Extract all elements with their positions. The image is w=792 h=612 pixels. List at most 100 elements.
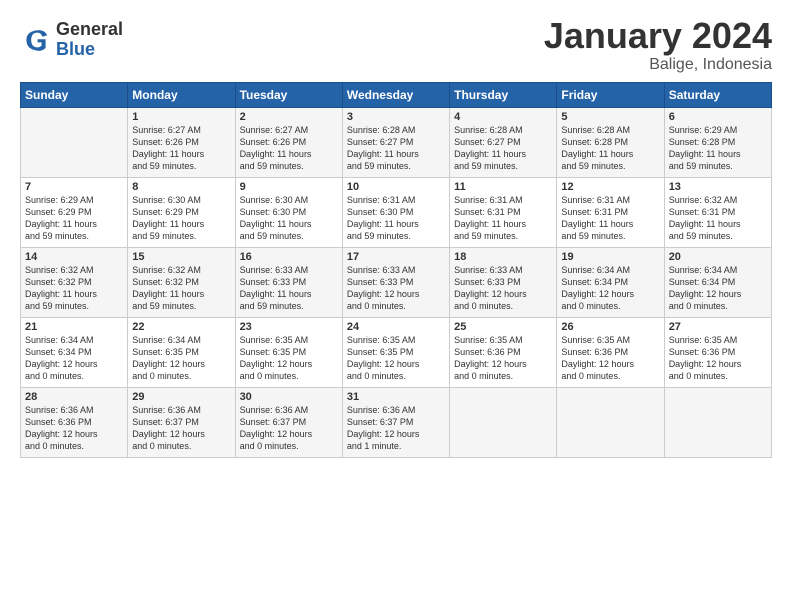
calendar-cell: 10Sunrise: 6:31 AM Sunset: 6:30 PM Dayli… — [342, 177, 449, 247]
day-number: 4 — [454, 111, 552, 123]
calendar-cell: 29Sunrise: 6:36 AM Sunset: 6:37 PM Dayli… — [128, 387, 235, 457]
day-info: Sunrise: 6:34 AM Sunset: 6:34 PM Dayligh… — [25, 334, 123, 383]
calendar-cell: 25Sunrise: 6:35 AM Sunset: 6:36 PM Dayli… — [450, 317, 557, 387]
calendar-cell — [450, 387, 557, 457]
day-number: 27 — [669, 321, 767, 333]
day-number: 13 — [669, 181, 767, 193]
calendar-cell: 19Sunrise: 6:34 AM Sunset: 6:34 PM Dayli… — [557, 247, 664, 317]
day-number: 20 — [669, 251, 767, 263]
calendar-week-row-4: 21Sunrise: 6:34 AM Sunset: 6:34 PM Dayli… — [21, 317, 772, 387]
day-number: 31 — [347, 391, 445, 403]
calendar-cell: 24Sunrise: 6:35 AM Sunset: 6:35 PM Dayli… — [342, 317, 449, 387]
day-info: Sunrise: 6:28 AM Sunset: 6:27 PM Dayligh… — [454, 124, 552, 173]
calendar-table: Sunday Monday Tuesday Wednesday Thursday… — [20, 82, 772, 458]
day-info: Sunrise: 6:28 AM Sunset: 6:28 PM Dayligh… — [561, 124, 659, 173]
logo-blue-text: Blue — [56, 40, 123, 60]
header-tuesday: Tuesday — [235, 82, 342, 107]
calendar-cell — [21, 107, 128, 177]
header-thursday: Thursday — [450, 82, 557, 107]
day-info: Sunrise: 6:30 AM Sunset: 6:30 PM Dayligh… — [240, 194, 338, 243]
day-info: Sunrise: 6:34 AM Sunset: 6:34 PM Dayligh… — [561, 264, 659, 313]
day-number: 7 — [25, 181, 123, 193]
calendar-cell: 8Sunrise: 6:30 AM Sunset: 6:29 PM Daylig… — [128, 177, 235, 247]
day-number: 21 — [25, 321, 123, 333]
calendar-cell: 18Sunrise: 6:33 AM Sunset: 6:33 PM Dayli… — [450, 247, 557, 317]
header-monday: Monday — [128, 82, 235, 107]
calendar-cell: 27Sunrise: 6:35 AM Sunset: 6:36 PM Dayli… — [664, 317, 771, 387]
month-title: January 2024 — [544, 16, 772, 56]
day-number: 29 — [132, 391, 230, 403]
calendar-cell: 21Sunrise: 6:34 AM Sunset: 6:34 PM Dayli… — [21, 317, 128, 387]
header-saturday: Saturday — [664, 82, 771, 107]
day-info: Sunrise: 6:33 AM Sunset: 6:33 PM Dayligh… — [454, 264, 552, 313]
calendar-cell: 4Sunrise: 6:28 AM Sunset: 6:27 PM Daylig… — [450, 107, 557, 177]
day-info: Sunrise: 6:27 AM Sunset: 6:26 PM Dayligh… — [240, 124, 338, 173]
calendar-cell: 14Sunrise: 6:32 AM Sunset: 6:32 PM Dayli… — [21, 247, 128, 317]
day-number: 17 — [347, 251, 445, 263]
day-number: 2 — [240, 111, 338, 123]
logo-text: General Blue — [56, 20, 123, 60]
day-number: 18 — [454, 251, 552, 263]
day-info: Sunrise: 6:29 AM Sunset: 6:28 PM Dayligh… — [669, 124, 767, 173]
day-number: 30 — [240, 391, 338, 403]
calendar-week-row-5: 28Sunrise: 6:36 AM Sunset: 6:36 PM Dayli… — [21, 387, 772, 457]
day-info: Sunrise: 6:31 AM Sunset: 6:31 PM Dayligh… — [454, 194, 552, 243]
day-info: Sunrise: 6:34 AM Sunset: 6:34 PM Dayligh… — [669, 264, 767, 313]
day-number: 12 — [561, 181, 659, 193]
calendar-cell: 23Sunrise: 6:35 AM Sunset: 6:35 PM Dayli… — [235, 317, 342, 387]
day-info: Sunrise: 6:31 AM Sunset: 6:30 PM Dayligh… — [347, 194, 445, 243]
day-number: 24 — [347, 321, 445, 333]
day-info: Sunrise: 6:36 AM Sunset: 6:37 PM Dayligh… — [240, 404, 338, 453]
day-info: Sunrise: 6:29 AM Sunset: 6:29 PM Dayligh… — [25, 194, 123, 243]
calendar-cell: 20Sunrise: 6:34 AM Sunset: 6:34 PM Dayli… — [664, 247, 771, 317]
logo-icon — [20, 24, 52, 56]
day-info: Sunrise: 6:35 AM Sunset: 6:35 PM Dayligh… — [347, 334, 445, 383]
day-info: Sunrise: 6:35 AM Sunset: 6:36 PM Dayligh… — [669, 334, 767, 383]
calendar-cell: 7Sunrise: 6:29 AM Sunset: 6:29 PM Daylig… — [21, 177, 128, 247]
calendar-cell — [664, 387, 771, 457]
weekday-header-row: Sunday Monday Tuesday Wednesday Thursday… — [21, 82, 772, 107]
day-info: Sunrise: 6:36 AM Sunset: 6:36 PM Dayligh… — [25, 404, 123, 453]
day-number: 11 — [454, 181, 552, 193]
calendar-week-row-2: 7Sunrise: 6:29 AM Sunset: 6:29 PM Daylig… — [21, 177, 772, 247]
day-info: Sunrise: 6:33 AM Sunset: 6:33 PM Dayligh… — [240, 264, 338, 313]
day-info: Sunrise: 6:30 AM Sunset: 6:29 PM Dayligh… — [132, 194, 230, 243]
day-info: Sunrise: 6:31 AM Sunset: 6:31 PM Dayligh… — [561, 194, 659, 243]
day-info: Sunrise: 6:32 AM Sunset: 6:32 PM Dayligh… — [132, 264, 230, 313]
calendar-cell: 12Sunrise: 6:31 AM Sunset: 6:31 PM Dayli… — [557, 177, 664, 247]
calendar-cell — [557, 387, 664, 457]
day-info: Sunrise: 6:35 AM Sunset: 6:36 PM Dayligh… — [561, 334, 659, 383]
calendar-cell: 16Sunrise: 6:33 AM Sunset: 6:33 PM Dayli… — [235, 247, 342, 317]
day-number: 5 — [561, 111, 659, 123]
calendar-cell: 11Sunrise: 6:31 AM Sunset: 6:31 PM Dayli… — [450, 177, 557, 247]
day-number: 1 — [132, 111, 230, 123]
location-subtitle: Balige, Indonesia — [544, 56, 772, 74]
day-number: 9 — [240, 181, 338, 193]
day-info: Sunrise: 6:32 AM Sunset: 6:32 PM Dayligh… — [25, 264, 123, 313]
day-number: 14 — [25, 251, 123, 263]
day-info: Sunrise: 6:27 AM Sunset: 6:26 PM Dayligh… — [132, 124, 230, 173]
title-area: January 2024 Balige, Indonesia — [544, 16, 772, 74]
day-number: 15 — [132, 251, 230, 263]
calendar-cell: 28Sunrise: 6:36 AM Sunset: 6:36 PM Dayli… — [21, 387, 128, 457]
day-number: 25 — [454, 321, 552, 333]
calendar-cell: 17Sunrise: 6:33 AM Sunset: 6:33 PM Dayli… — [342, 247, 449, 317]
day-number: 26 — [561, 321, 659, 333]
calendar-cell: 22Sunrise: 6:34 AM Sunset: 6:35 PM Dayli… — [128, 317, 235, 387]
calendar-cell: 6Sunrise: 6:29 AM Sunset: 6:28 PM Daylig… — [664, 107, 771, 177]
day-info: Sunrise: 6:35 AM Sunset: 6:35 PM Dayligh… — [240, 334, 338, 383]
day-info: Sunrise: 6:34 AM Sunset: 6:35 PM Dayligh… — [132, 334, 230, 383]
day-number: 16 — [240, 251, 338, 263]
day-number: 28 — [25, 391, 123, 403]
day-number: 22 — [132, 321, 230, 333]
header-friday: Friday — [557, 82, 664, 107]
day-info: Sunrise: 6:35 AM Sunset: 6:36 PM Dayligh… — [454, 334, 552, 383]
header-sunday: Sunday — [21, 82, 128, 107]
calendar-cell: 13Sunrise: 6:32 AM Sunset: 6:31 PM Dayli… — [664, 177, 771, 247]
day-info: Sunrise: 6:28 AM Sunset: 6:27 PM Dayligh… — [347, 124, 445, 173]
calendar-week-row-1: 1Sunrise: 6:27 AM Sunset: 6:26 PM Daylig… — [21, 107, 772, 177]
day-number: 19 — [561, 251, 659, 263]
calendar-cell: 3Sunrise: 6:28 AM Sunset: 6:27 PM Daylig… — [342, 107, 449, 177]
calendar-week-row-3: 14Sunrise: 6:32 AM Sunset: 6:32 PM Dayli… — [21, 247, 772, 317]
day-number: 23 — [240, 321, 338, 333]
